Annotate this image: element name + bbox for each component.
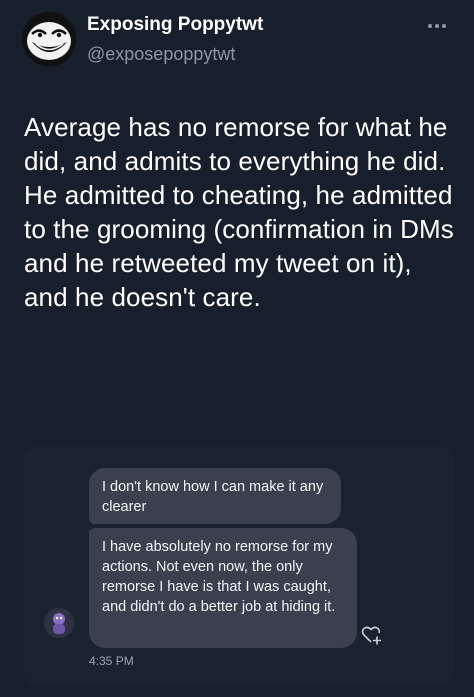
dm-message: I have absolutely no remorse for my acti… bbox=[89, 528, 357, 648]
dm-screenshot-image[interactable]: I don't know how I can make it any clear… bbox=[24, 446, 454, 686]
dm-timestamp: 4:35 PM bbox=[89, 654, 134, 668]
avatar[interactable] bbox=[22, 12, 76, 66]
display-name[interactable]: Exposing Poppytwt bbox=[87, 14, 263, 36]
dm-message: I don't know how I can make it any clear… bbox=[89, 468, 341, 524]
tweet-text: Average has no remorse for what he did, … bbox=[24, 112, 454, 312]
user-handle[interactable]: @exposepoppytwt bbox=[87, 44, 235, 65]
purple-character-avatar-icon bbox=[44, 608, 74, 638]
trollface-avatar-icon bbox=[22, 12, 76, 66]
heart-plus-icon[interactable] bbox=[359, 622, 385, 648]
tweet-card: Exposing Poppytwt @exposepoppytwt Averag… bbox=[0, 0, 474, 697]
more-dots-icon[interactable] bbox=[428, 20, 452, 32]
